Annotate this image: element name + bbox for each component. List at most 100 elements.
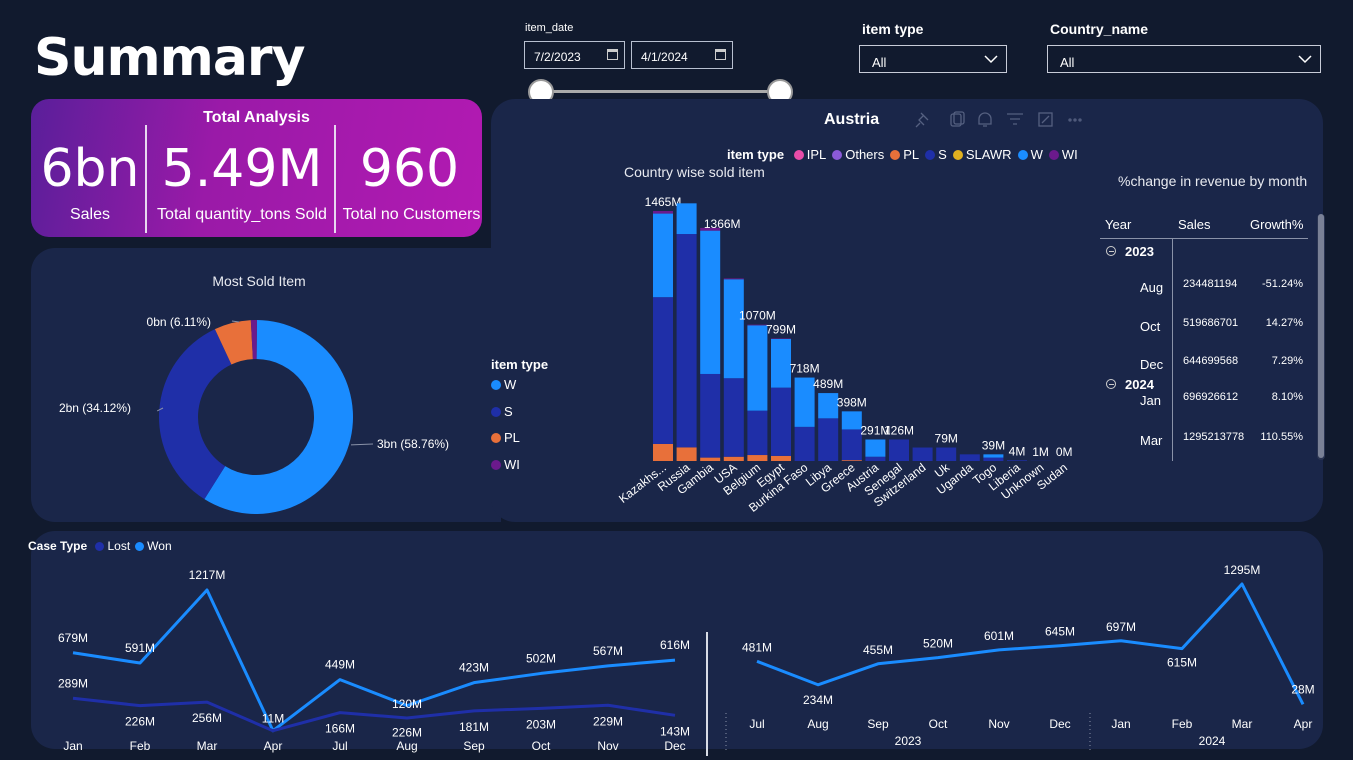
- bar-segment-s[interactable]: [865, 456, 886, 461]
- x-axis-year-label: 2024: [1199, 734, 1226, 748]
- bar-legend-item-others[interactable]: Others: [832, 147, 884, 162]
- bar-visual-header: Austria: [824, 111, 880, 128]
- legend-label: S: [938, 147, 947, 162]
- date-to-input[interactable]: 4/1/2024: [631, 41, 733, 69]
- calendar-icon[interactable]: [715, 49, 726, 60]
- bar-segment-w[interactable]: [700, 230, 721, 374]
- table-year-group[interactable]: 2024: [1106, 377, 1154, 392]
- item-type-dropdown[interactable]: All: [859, 45, 1007, 73]
- bell-icon[interactable]: [978, 112, 992, 127]
- bar-segment-w[interactable]: [676, 203, 697, 235]
- bar-segment-wi[interactable]: [771, 338, 791, 339]
- country-dropdown[interactable]: All: [1047, 45, 1321, 73]
- bar-segment-w[interactable]: [794, 377, 815, 427]
- donut-chart[interactable]: 3bn (58.76%) 2bn (34.12%) 0bn (6.11%): [31, 290, 491, 522]
- date-range-track[interactable]: [541, 90, 780, 93]
- kpi-divider: [145, 125, 147, 233]
- table-year-label: 2023: [1125, 244, 1154, 259]
- collapse-icon[interactable]: [1106, 246, 1116, 256]
- line-series-lost[interactable]: [72, 696, 676, 733]
- more-options-icon[interactable]: [1068, 118, 1082, 122]
- copy-icon[interactable]: [950, 111, 965, 127]
- legend-label: Lost: [107, 539, 131, 553]
- bar-legend-item-slawr[interactable]: SLAWR: [952, 147, 1012, 162]
- line-data-label: 423M: [459, 661, 489, 675]
- legend-dot: [890, 150, 901, 160]
- table-scrollbar[interactable]: [1317, 214, 1325, 460]
- bar-segment-s[interactable]: [700, 373, 721, 458]
- bar-segment-w[interactable]: [818, 393, 839, 419]
- case-type-line-chart[interactable]: 679M 591M 1217M 11M 449M 226M 423M 502M 567M 616M…: [31, 555, 711, 755]
- bar-segment-w[interactable]: [747, 325, 768, 411]
- legend-label: S: [504, 403, 513, 419]
- growth-table[interactable]: Year Sales Growth% 2023 Aug 234481194 -51.24% O…: [1100, 208, 1310, 463]
- line-data-label: 697M: [1106, 620, 1136, 634]
- bar-segment-s[interactable]: [983, 457, 1004, 461]
- bar-segment-w[interactable]: [653, 213, 673, 298]
- line-legend-item-won[interactable]: Won: [135, 539, 172, 553]
- donut-legend-item-s[interactable]: S: [491, 404, 520, 431]
- collapse-icon[interactable]: [1106, 379, 1116, 389]
- bar-legend-item-ipl[interactable]: IPL: [793, 147, 826, 162]
- bar-segment-pl[interactable]: [653, 443, 673, 461]
- bar-segment-w[interactable]: [983, 454, 1004, 458]
- bar-segment-s[interactable]: [818, 418, 839, 461]
- bar-legend-item-wi[interactable]: WI: [1048, 147, 1078, 162]
- x-axis-label: Oct: [532, 739, 551, 753]
- line-series-sales[interactable]: [756, 582, 1305, 706]
- bar-segment-wi[interactable]: [653, 211, 673, 214]
- line-legend-item-lost[interactable]: Lost: [95, 539, 130, 553]
- bar-data-label: 489M: [813, 377, 843, 391]
- bar-data-label: 39M: [982, 438, 1005, 452]
- bar-legend-item-pl[interactable]: PL: [890, 147, 919, 162]
- bar-segment-w[interactable]: [865, 439, 886, 457]
- table-growth-cell: -51.24%: [1262, 278, 1303, 290]
- bar-segment-wi[interactable]: [747, 324, 768, 326]
- bar-segment-pl[interactable]: [841, 460, 862, 461]
- bar-segment-s[interactable]: [771, 387, 791, 456]
- line-series-won[interactable]: [72, 588, 676, 733]
- bar-segment-s[interactable]: [676, 234, 697, 448]
- monthly-sales-line-chart[interactable]: 481M 234M 455M 520M 601M 645M 697M 615M 1295M 28M…: [716, 555, 1323, 755]
- bar-segment-s[interactable]: [653, 297, 673, 444]
- table-year-group[interactable]: 2023: [1106, 244, 1154, 259]
- filter-icon[interactable]: [1007, 113, 1023, 125]
- line-legend: Case Type Lost Won: [28, 539, 172, 553]
- calendar-icon[interactable]: [607, 49, 618, 60]
- bar-segment-pl[interactable]: [700, 457, 721, 461]
- donut-legend-item-wi[interactable]: WI: [491, 457, 520, 484]
- bar-segment-pl[interactable]: [771, 455, 791, 461]
- line-data-label: 11M: [262, 712, 284, 726]
- bar-segment-w[interactable]: [723, 279, 744, 379]
- bar-segment-s[interactable]: [936, 447, 957, 461]
- bar-segment-pl[interactable]: [747, 455, 768, 461]
- date-from-input[interactable]: 7/2/2023: [524, 41, 625, 69]
- bar-segment-pl[interactable]: [723, 456, 744, 461]
- line-data-label: 1217M: [189, 568, 226, 582]
- bar-chart[interactable]: 1465MKazakhs...Russia1366MGambiaUSA1070M…: [600, 180, 1090, 520]
- bar-segment-s[interactable]: [959, 454, 980, 461]
- line-data-label: 481M: [742, 640, 772, 654]
- bar-legend-item-w[interactable]: W: [1017, 147, 1043, 162]
- bar-segment-pl[interactable]: [676, 447, 697, 461]
- bar-segment-s[interactable]: [1007, 460, 1027, 461]
- bar-segment-wi[interactable]: [723, 278, 744, 280]
- legend-label: PL: [903, 147, 920, 162]
- table-header-growth: Growth%: [1250, 217, 1304, 232]
- bar-segment-s[interactable]: [841, 429, 862, 461]
- bar-segment-s[interactable]: [747, 410, 768, 456]
- donut-legend-item-w[interactable]: W: [491, 377, 520, 404]
- table-header-year: Year: [1105, 217, 1132, 232]
- table-scrollbar-thumb[interactable]: [1318, 214, 1324, 458]
- donut-legend-item-pl[interactable]: PL: [491, 430, 520, 457]
- focus-mode-icon[interactable]: [1038, 112, 1053, 127]
- bar-segment-s[interactable]: [723, 378, 744, 457]
- bar-segment-s[interactable]: [889, 439, 909, 461]
- x-axis-label: Apr: [1294, 717, 1313, 731]
- bar-segment-s[interactable]: [794, 426, 815, 461]
- pin-icon[interactable]: [915, 112, 929, 128]
- bar-legend-item-s[interactable]: S: [925, 147, 947, 162]
- bar-segment-w[interactable]: [771, 338, 791, 388]
- bar-segment-w[interactable]: [841, 411, 862, 430]
- bar-segment-s[interactable]: [912, 447, 933, 461]
